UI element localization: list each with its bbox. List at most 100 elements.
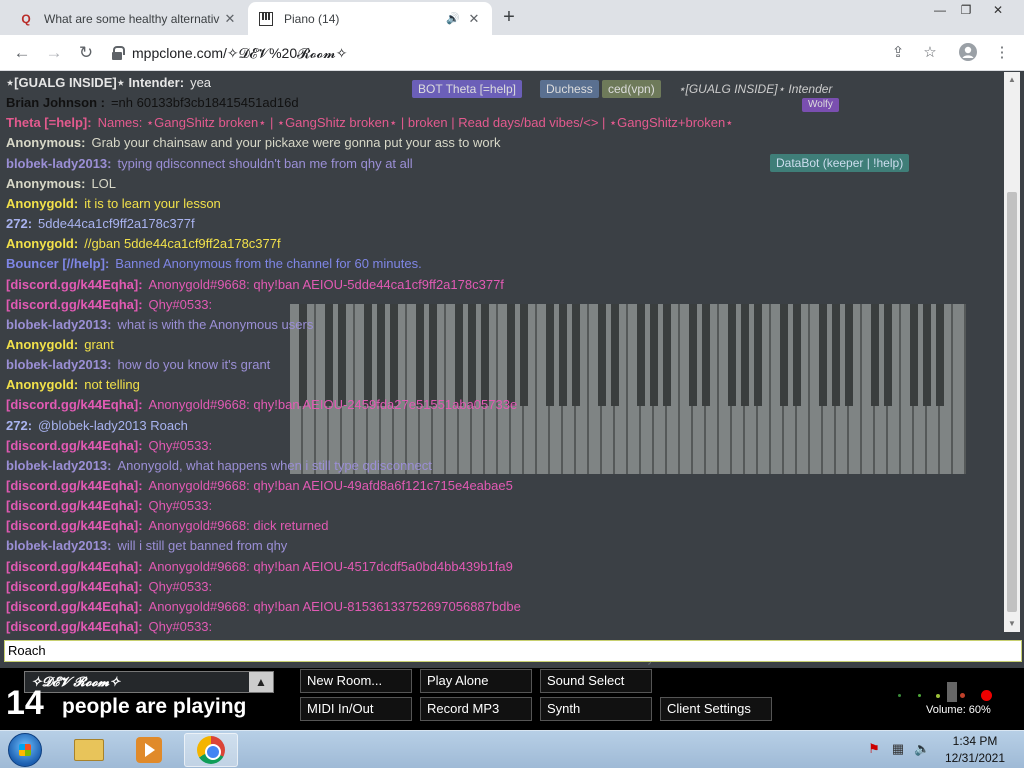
close-icon[interactable]: ✕ [222,11,238,27]
piano-icon [258,11,274,27]
new-tab-button[interactable]: + [498,6,520,28]
chat-nick[interactable]: [discord.gg/k44Eqha]: [6,518,143,533]
flag-icon[interactable]: ⚑ [866,741,882,757]
forward-icon[interactable]: → [44,43,64,63]
chat-nick[interactable]: blobek-lady2013: [6,317,112,332]
chat-nick[interactable]: [discord.gg/k44Eqha]: [6,599,143,614]
chat-nick[interactable]: blobek-lady2013: [6,156,112,171]
chat-nick[interactable]: 272: [6,418,32,433]
minimize-icon[interactable]: — [926,0,954,20]
profile-icon[interactable] [958,43,978,63]
media-player-taskbar-button[interactable] [122,733,176,767]
chat-text: Anonygold#9668: qhy!ban AEIOU-8153613375… [148,598,521,614]
chat-text: Qhy#0533: [148,437,213,453]
chat-text: =nh 60133bf3cb18415451ad16d [110,95,299,111]
chat-text: Anonygold#9668: qhy!ban AEIOU-4517dcdf5a… [148,558,513,574]
chat-nick[interactable]: blobek-lady2013: [6,458,112,473]
chat-log: ⋆[GUALG INSIDE]⋆ Intender: yea Brian Johns… [0,72,1004,634]
chat-text: Anonygold#9668: qhy!ban AEIOU-49afd8a6f1… [148,478,513,493]
speaker-icon[interactable]: 🔊 [446,12,460,25]
chat-nick[interactable]: [discord.gg/k44Eqha]: [6,559,143,574]
chat-message: [discord.gg/k44Eqha]: Anonygold#9668: qhy… [6,276,504,294]
chat-message: Anonygold: it is to learn your lesson [6,195,221,213]
share-icon[interactable]: ⇪ [888,43,908,63]
chat-nick[interactable]: [discord.gg/k44Eqha]: [6,438,143,453]
chat-text: what is with the Anonymous users [117,316,314,332]
close-icon[interactable]: ✕ [466,11,482,27]
tab-title: Piano (14) [284,11,340,26]
window-close-icon[interactable]: ✕ [982,0,1014,20]
chat-nick[interactable]: [discord.gg/k44Eqha]: [6,619,143,634]
menu-icon[interactable]: ⋮ [992,43,1012,63]
sound-select-button[interactable]: Sound Select [540,669,652,693]
address-bar[interactable]: mppclone.com/✧𝓓𝓔𝓥%20𝓡𝓸𝓸𝓶✧ [110,40,880,66]
network-icon[interactable]: ▦ [890,741,906,757]
chat-nick[interactable]: [discord.gg/k44Eqha]: [6,478,143,493]
chat-nick[interactable]: Anonygold: [6,337,78,352]
restore-icon[interactable]: ❐ [952,0,980,20]
chat-nick[interactable]: Anonygold: [6,377,78,392]
chat-message: Brian Johnson : =nh 60133bf3cb18415451ad1… [6,94,299,112]
chat-nick[interactable]: blobek-lady2013: [6,357,112,372]
scroll-thumb[interactable] [1007,192,1017,612]
new-room-button[interactable]: New Room... [300,669,412,693]
chat-nick[interactable]: Theta [=help]: [6,115,92,130]
scroll-down-icon[interactable]: ▼ [1004,616,1020,632]
chat-nick[interactable]: Bouncer [//help]: [6,256,109,271]
chat-input[interactable]: Roach [4,640,1022,662]
record-indicator-icon [981,690,992,701]
chat-nick[interactable]: Anonymous: [6,135,85,150]
chat-nick[interactable]: 272: [6,216,32,231]
chat-text: yea [190,75,212,90]
tab-title: What are some healthy alternativ [44,11,220,26]
chat-nick[interactable]: [discord.gg/k44Eqha]: [6,277,143,292]
chat-message: Anonygold: //gban 5dde44ca1cf9ff2a178c377… [6,235,281,253]
chat-message: Theta [=help]: Names: ⋆GangShitz broken⋆ … [6,114,733,132]
volume-dot [898,694,901,697]
system-clock[interactable]: 1:34 PM 12/31/2021 [940,733,1010,767]
chat-nick[interactable]: Anonymous: [6,176,85,191]
star-icon[interactable]: ☆ [920,43,940,63]
chat-text: 5dde44ca1cf9ff2a178c377f [38,216,195,232]
chat-message: [discord.gg/k44Eqha]: Qhy#0533: [6,578,212,596]
client-settings-button[interactable]: Client Settings [660,697,772,721]
chat-text: Qhy#0533: [148,578,213,594]
chat-message: 272: 5dde44ca1cf9ff2a178c377f [6,215,195,233]
chat-nick[interactable]: [discord.gg/k44Eqha]: [6,579,143,594]
start-button[interactable] [8,733,42,767]
chat-message: [discord.gg/k44Eqha]: Qhy#0533: [6,618,212,636]
chat-nick[interactable]: [discord.gg/k44Eqha]: [6,297,143,312]
chat-message: blobek-lady2013: Anonygold, what happens … [6,457,432,475]
chat-nick[interactable]: Brian Johnson : [6,95,105,110]
chat-message: blobek-lady2013: how do you know it's gra… [6,356,270,374]
chat-scrollbar[interactable]: ▲ ▼ [1004,72,1020,632]
chat-message: ⋆[GUALG INSIDE]⋆ Intender: yea [6,74,211,92]
midi-button[interactable]: MIDI In/Out [300,697,412,721]
tab-piano[interactable]: Piano (14) 🔊 ✕ [248,2,492,35]
synth-button[interactable]: Synth [540,697,652,721]
chat-nick[interactable]: ⋆[GUALG INSIDE]⋆ Intender: [6,75,184,90]
chevron-up-icon[interactable]: ▲ [249,672,273,692]
chat-nick[interactable]: Anonygold: [6,196,78,211]
record-mp3-button[interactable]: Record MP3 [420,697,532,721]
chat-nick[interactable]: Anonygold: [6,236,78,251]
browser-tabstrip: Q What are some healthy alternativ ✕ Pia… [0,0,1024,35]
chat-message: Anonygold: not telling [6,376,140,394]
quora-icon: Q [21,11,31,26]
taskbar: ⚑ ▦ 🔈 1:34 PM 12/31/2021 [0,730,1024,768]
reload-icon[interactable]: ↻ [76,43,96,63]
chat-text: it is to learn your lesson [84,195,221,211]
explorer-taskbar-button[interactable] [62,733,116,767]
tab-quora[interactable]: Q What are some healthy alternativ ✕ [8,2,248,35]
chat-message: [discord.gg/k44Eqha]: Qhy#0533: [6,296,212,314]
chrome-taskbar-button[interactable] [184,733,238,767]
chat-nick[interactable]: [discord.gg/k44Eqha]: [6,498,143,513]
back-icon[interactable]: ← [12,43,32,63]
chat-nick[interactable]: [discord.gg/k44Eqha]: [6,397,143,412]
chat-nick[interactable]: blobek-lady2013: [6,538,112,553]
speaker-icon[interactable]: 🔈 [914,741,930,757]
room-select[interactable]: ✧𝓓𝓔𝓥 𝓡𝓸𝓸𝓶✧ ▲ [24,671,274,693]
scroll-up-icon[interactable]: ▲ [1004,72,1020,88]
play-alone-button[interactable]: Play Alone [420,669,532,693]
volume-knob[interactable] [947,682,957,702]
